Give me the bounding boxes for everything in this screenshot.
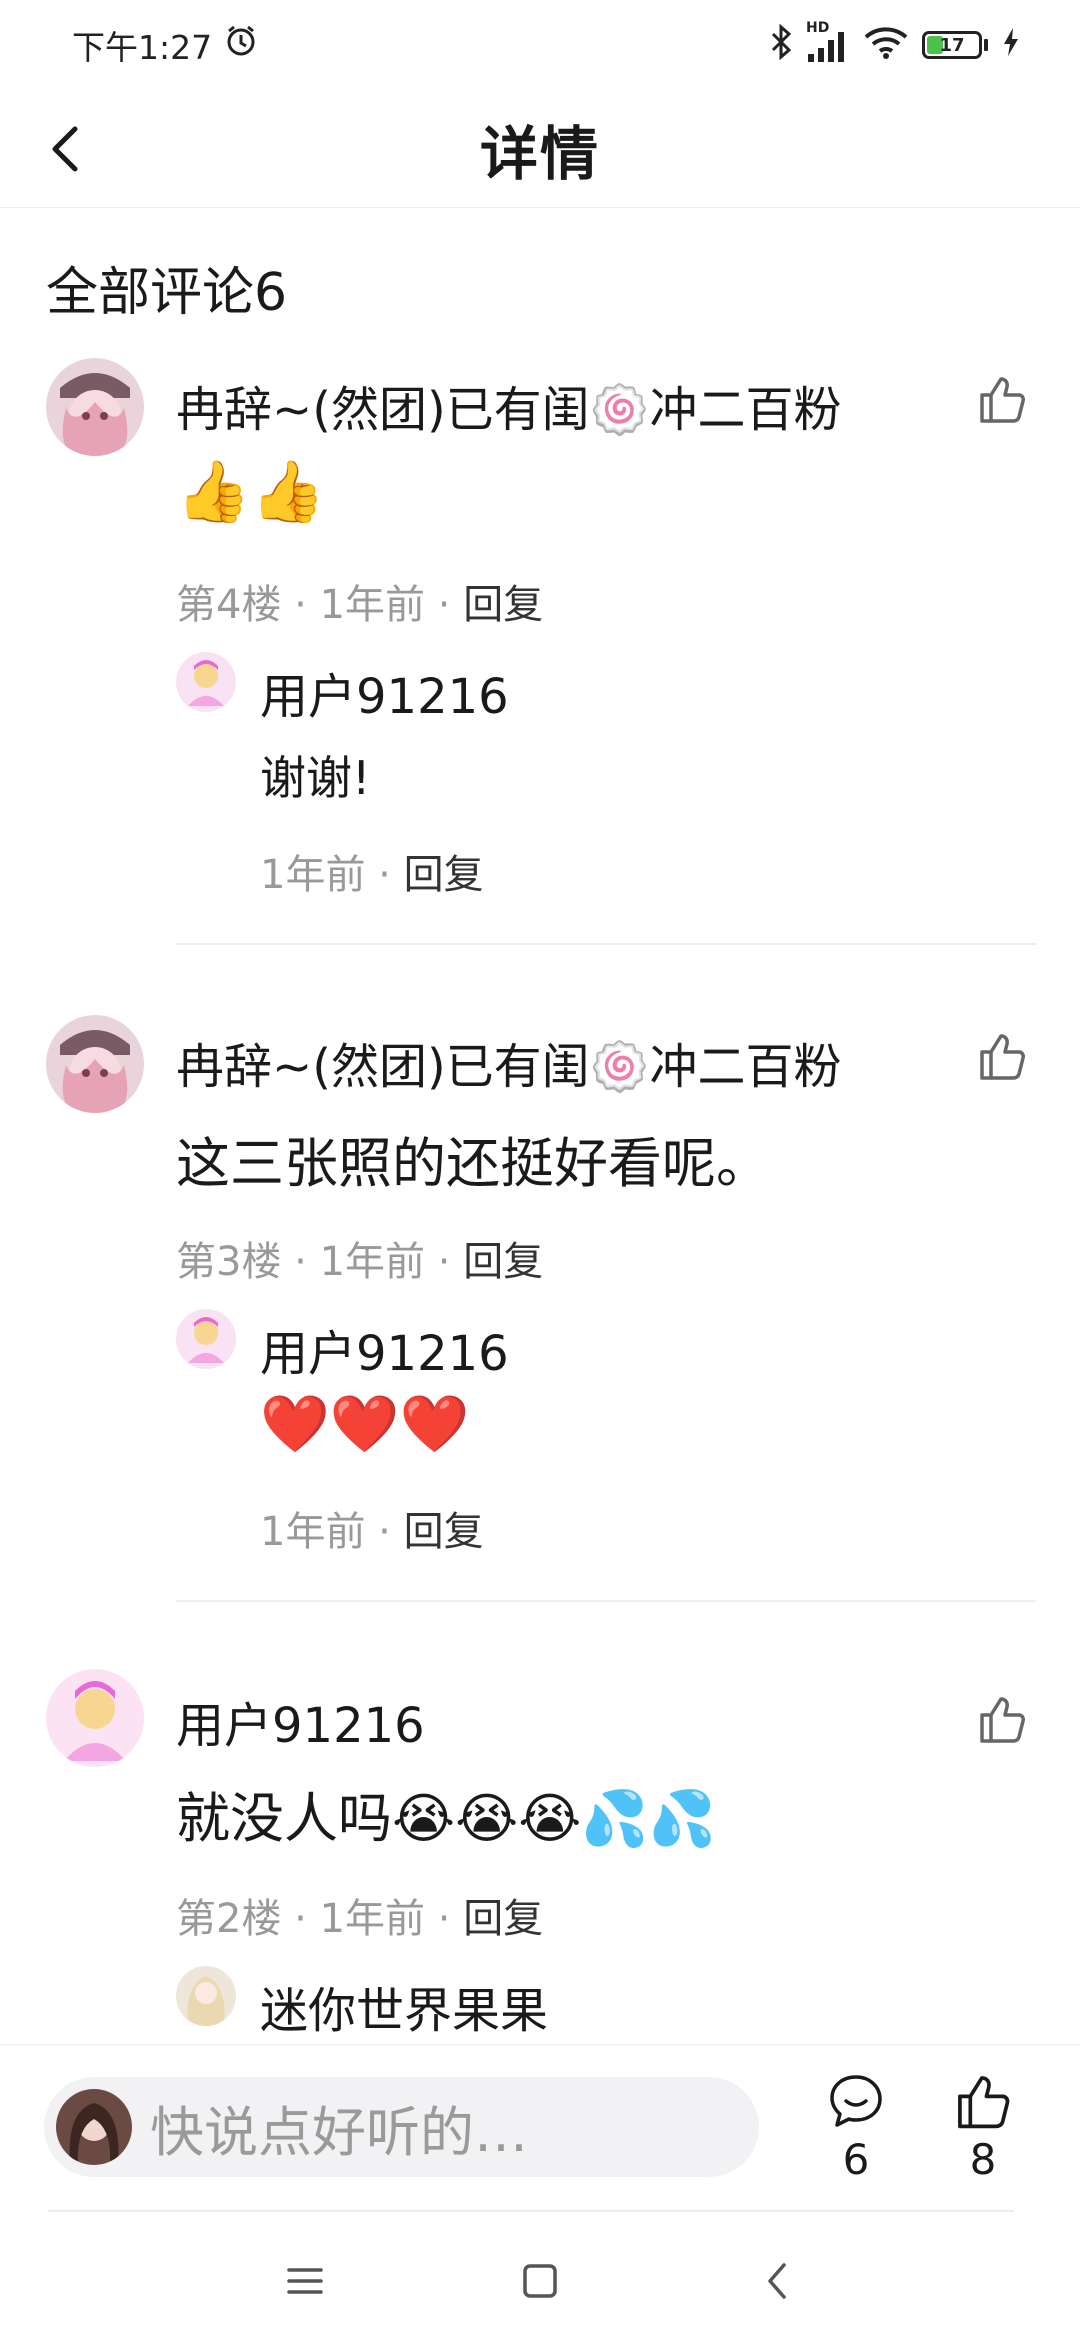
reply-button[interactable]: 回复	[463, 582, 543, 628]
reply-content: 谢谢!	[260, 751, 371, 805]
menu-icon	[287, 2268, 323, 2294]
reply-meta: 1年前 · 回复	[260, 852, 484, 898]
comment-meta: 第2楼 · 1年前 · 回复	[176, 1896, 544, 1942]
thumbs-up-icon	[958, 2076, 1010, 2129]
comment-floor: 第3楼	[176, 1239, 282, 1285]
chevron-left-icon	[768, 2263, 786, 2299]
reply-button[interactable]: 回复	[404, 852, 484, 898]
reply-button[interactable]: 回复	[404, 1509, 484, 1555]
square-icon	[523, 2264, 557, 2298]
divider	[48, 2210, 1014, 2212]
thumbs-up-icon[interactable]	[976, 373, 1028, 425]
bluetooth-icon	[770, 23, 792, 66]
system-nav-bar	[0, 2220, 1080, 2340]
comment-content: 这三张照的还挺好看呢。	[176, 1132, 770, 1195]
comment-meta: 第3楼 · 1年前 · 回复	[176, 1239, 544, 1285]
charging-icon	[1002, 27, 1020, 63]
comment-time: 1年前	[319, 582, 426, 628]
header: 详情	[0, 90, 1080, 208]
comment-floor: 第2楼	[176, 1896, 282, 1942]
comment-time: 1年前	[319, 1239, 426, 1285]
reply-time: 1年前	[260, 852, 366, 898]
reply-button[interactable]: 回复	[463, 1896, 543, 1942]
comment-meta: 第4楼 · 1年前 · 回复	[176, 582, 544, 628]
comment-content: 就没人吗😭😭😭💦💦	[176, 1787, 716, 1850]
comment-time: 1年前	[319, 1896, 426, 1942]
like-count: 8	[969, 2135, 997, 2184]
reply-author[interactable]: 用户91216	[260, 1314, 509, 1384]
like-count-button[interactable]: 8	[933, 2071, 1033, 2184]
thumbs-up-icon[interactable]	[976, 1030, 1028, 1082]
comment-floor: 第4楼	[176, 582, 282, 628]
back-nav-button[interactable]	[752, 2256, 802, 2306]
thumbs-up-icon[interactable]	[976, 1693, 1028, 1745]
comment-author[interactable]: 用户91216	[176, 1686, 425, 1756]
wifi-icon	[864, 25, 908, 65]
battery-level: 17	[939, 34, 965, 56]
comments-heading: 全部评论6	[46, 263, 288, 323]
reply-meta: 1年前 · 回复	[260, 1509, 484, 1555]
reply-button[interactable]: 回复	[463, 1239, 543, 1285]
input-placeholder: 快说点好听的…	[150, 2100, 528, 2164]
signal-icon: HD	[806, 20, 850, 62]
battery-indicator: 17	[922, 31, 988, 59]
back-button[interactable]	[30, 114, 100, 184]
reply-avatar[interactable]	[176, 1309, 236, 1369]
network-label: HD	[806, 20, 830, 36]
comment-author[interactable]: 冉辞~(然团)已有闺🍥冲二百粉	[176, 1027, 841, 1097]
reply-avatar[interactable]	[176, 1966, 236, 2026]
divider	[176, 1600, 1036, 1602]
alarm-icon	[224, 24, 258, 66]
reply-avatar[interactable]	[176, 652, 236, 712]
home-nav-button[interactable]	[515, 2256, 565, 2306]
reply-time: 1年前	[260, 1509, 366, 1555]
comment-count: 6	[842, 2135, 870, 2184]
status-bar: 下午1:27 HD 17	[0, 0, 1080, 90]
comment-input[interactable]: 快说点好听的…	[44, 2077, 759, 2177]
avatar[interactable]	[46, 1015, 144, 1113]
divider	[176, 943, 1036, 945]
comment-author[interactable]: 冉辞~(然团)已有闺🍥冲二百粉	[176, 370, 841, 440]
page-title: 详情	[479, 119, 600, 188]
menu-nav-button[interactable]	[280, 2256, 330, 2306]
user-avatar	[56, 2089, 132, 2165]
chevron-left-icon	[52, 126, 78, 172]
comment-count-button[interactable]: 6	[806, 2071, 906, 2184]
reply-content: ❤️❤️❤️	[260, 1392, 470, 1457]
comment-bubble-icon	[830, 2075, 882, 2127]
reply-author[interactable]: 迷你世界果果	[260, 1971, 548, 2041]
comment-content: 👍👍	[176, 457, 326, 527]
avatar[interactable]	[46, 1669, 144, 1767]
status-time: 下午1:27	[72, 28, 213, 67]
reply-author[interactable]: 用户91216	[260, 657, 509, 727]
bottom-bar: 快说点好听的… 6 8	[0, 2044, 1080, 2214]
avatar[interactable]	[46, 358, 144, 456]
